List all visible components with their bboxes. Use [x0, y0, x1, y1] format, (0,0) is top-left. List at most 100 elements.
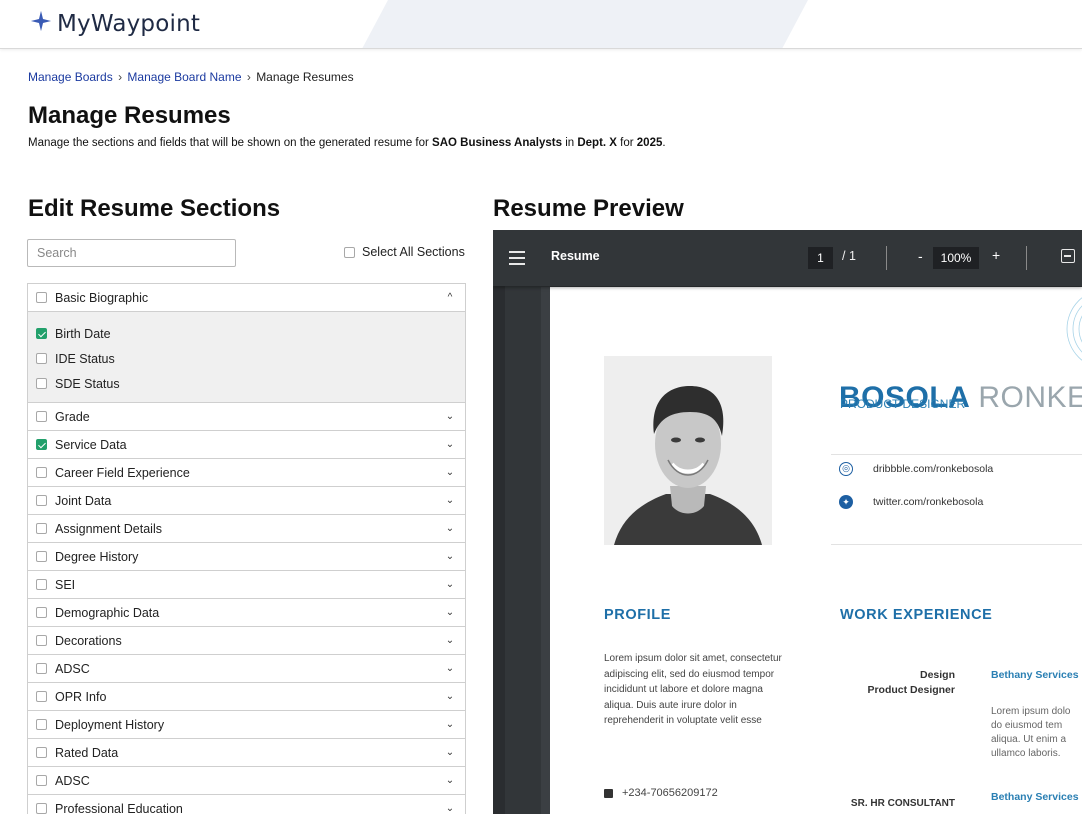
section-checkbox[interactable]: [36, 551, 47, 562]
section-checkbox[interactable]: [36, 775, 47, 786]
section-checkbox[interactable]: [36, 523, 47, 534]
chevron-down-icon[interactable]: ⌄: [443, 663, 457, 674]
section-career-field-experience[interactable]: Career Field Experience ⌄: [28, 459, 465, 487]
menu-icon[interactable]: [509, 251, 525, 265]
section-checkbox[interactable]: [36, 663, 47, 674]
divider: [831, 544, 1082, 545]
section-checkbox[interactable]: [36, 579, 47, 590]
section-label: Decorations: [55, 633, 122, 648]
section-checkbox[interactable]: [36, 691, 47, 702]
section-degree-history[interactable]: Degree History ⌄: [28, 543, 465, 571]
chevron-down-icon[interactable]: ⌄: [443, 523, 457, 534]
chevron-down-icon[interactable]: ⌄: [443, 467, 457, 478]
section-checkbox[interactable]: [36, 495, 47, 506]
resume-preview-heading: Resume Preview: [493, 195, 684, 222]
chevron-up-icon[interactable]: ^: [443, 292, 457, 303]
section-checkbox[interactable]: [36, 747, 47, 758]
field-label: Birth Date: [55, 326, 111, 341]
chevron-down-icon[interactable]: ⌄: [443, 775, 457, 786]
section-sei[interactable]: SEI ⌄: [28, 571, 465, 599]
chevron-down-icon[interactable]: ⌄: [443, 803, 457, 814]
section-label: SEI: [55, 577, 76, 592]
section-decorations[interactable]: Decorations ⌄: [28, 627, 465, 655]
zoom-input[interactable]: 100%: [933, 247, 979, 269]
select-all-sections[interactable]: Select All Sections: [344, 245, 465, 259]
breadcrumb: Manage Boards › Manage Board Name › Mana…: [28, 70, 354, 84]
section-joint-data[interactable]: Joint Data ⌄: [28, 487, 465, 515]
section-adsc[interactable]: ADSC ⌄: [28, 655, 465, 683]
section-label: Assignment Details: [55, 521, 162, 536]
page-total: / 1: [842, 249, 856, 263]
section-opr-info[interactable]: OPR Info ⌄: [28, 683, 465, 711]
breadcrumb-manage-boards[interactable]: Manage Boards: [28, 70, 113, 84]
chevron-down-icon[interactable]: ⌄: [443, 635, 457, 646]
breadcrumb-separator: ›: [118, 70, 123, 84]
subtitle-text: in: [562, 137, 578, 149]
resume-role: PRODUCT DESIGNER: [840, 397, 966, 411]
fit-page-icon[interactable]: [1061, 249, 1075, 263]
chevron-down-icon[interactable]: ⌄: [443, 691, 457, 702]
field-birth-date[interactable]: Birth Date: [36, 321, 457, 346]
section-service-data[interactable]: Service Data ⌄: [28, 431, 465, 459]
field-checkbox[interactable]: [36, 378, 47, 389]
breadcrumb-manage-board-name[interactable]: Manage Board Name: [127, 70, 241, 84]
section-demographic-data[interactable]: Demographic Data ⌄: [28, 599, 465, 627]
top-nav-bar: MyWaypoint: [0, 0, 1082, 49]
pdf-title: Resume: [551, 249, 600, 263]
section-label: Degree History: [55, 549, 139, 564]
contact-dribbble: ◎ dribbble.com/ronkebosola: [839, 462, 993, 476]
sections-accordion: Basic Biographic ^ Birth Date IDE Status…: [27, 283, 466, 814]
subtitle-text: for: [616, 137, 637, 149]
section-grade[interactable]: Grade ⌄: [28, 403, 465, 431]
section-professional-education[interactable]: Professional Education ⌄: [28, 795, 465, 814]
section-checkbox[interactable]: [36, 635, 47, 646]
twitter-text: twitter.com/ronkebosola: [873, 496, 984, 508]
chevron-down-icon[interactable]: ⌄: [443, 495, 457, 506]
section-checkbox[interactable]: [36, 411, 47, 422]
field-label: IDE Status: [55, 351, 115, 366]
field-ide-status[interactable]: IDE Status: [36, 346, 457, 371]
page-number-input[interactable]: 1: [808, 247, 833, 269]
work-experience-heading: WORK EXPERIENCE: [840, 607, 993, 623]
brand-name: MyWaypoint: [57, 10, 201, 37]
section-deployment-history[interactable]: Deployment History ⌄: [28, 711, 465, 739]
pdf-toolbar: Resume 1 / 1 - 100% +: [493, 230, 1082, 286]
breadcrumb-separator: ›: [246, 70, 251, 84]
section-checkbox[interactable]: [36, 467, 47, 478]
section-basic-biographic[interactable]: Basic Biographic ^: [28, 284, 465, 312]
chevron-down-icon[interactable]: ⌄: [443, 747, 457, 758]
job-company: Bethany Services: [991, 669, 1079, 681]
toolbar-divider: [1026, 246, 1027, 270]
page-subtitle: Manage the sections and fields that will…: [28, 137, 666, 149]
field-checkbox[interactable]: [36, 353, 47, 364]
section-checkbox[interactable]: [36, 439, 47, 450]
job-desc-line: ullamco laboris.: [991, 748, 1061, 759]
section-checkbox[interactable]: [36, 803, 47, 814]
section-assignment-details[interactable]: Assignment Details ⌄: [28, 515, 465, 543]
section-rated-data[interactable]: Rated Data ⌄: [28, 739, 465, 767]
section-checkbox[interactable]: [36, 719, 47, 730]
section-label: Rated Data: [55, 745, 119, 760]
subtitle-text: .: [662, 137, 666, 149]
select-all-label: Select All Sections: [362, 245, 465, 259]
chevron-down-icon[interactable]: ⌄: [443, 719, 457, 730]
chevron-down-icon[interactable]: ⌄: [443, 551, 457, 562]
chevron-down-icon[interactable]: ⌄: [443, 439, 457, 450]
viewer-gutter: [493, 286, 505, 814]
section-label: Grade: [55, 409, 90, 424]
search-input[interactable]: [27, 239, 236, 267]
chevron-down-icon[interactable]: ⌄: [443, 411, 457, 422]
field-checkbox[interactable]: [36, 328, 47, 339]
section-checkbox[interactable]: [36, 607, 47, 618]
section-checkbox[interactable]: [36, 292, 47, 303]
select-all-checkbox[interactable]: [344, 246, 355, 258]
zoom-out-button[interactable]: -: [918, 248, 923, 264]
zoom-in-button[interactable]: +: [992, 247, 1000, 263]
brand-logo[interactable]: MyWaypoint: [30, 10, 200, 37]
section-adsc[interactable]: ADSC ⌄: [28, 767, 465, 795]
page-title: Manage Resumes: [28, 102, 231, 129]
chevron-down-icon[interactable]: ⌄: [443, 607, 457, 618]
job-title: SR. HR CONSULTANT: [850, 798, 955, 809]
field-sde-status[interactable]: SDE Status: [36, 371, 457, 396]
chevron-down-icon[interactable]: ⌄: [443, 579, 457, 590]
